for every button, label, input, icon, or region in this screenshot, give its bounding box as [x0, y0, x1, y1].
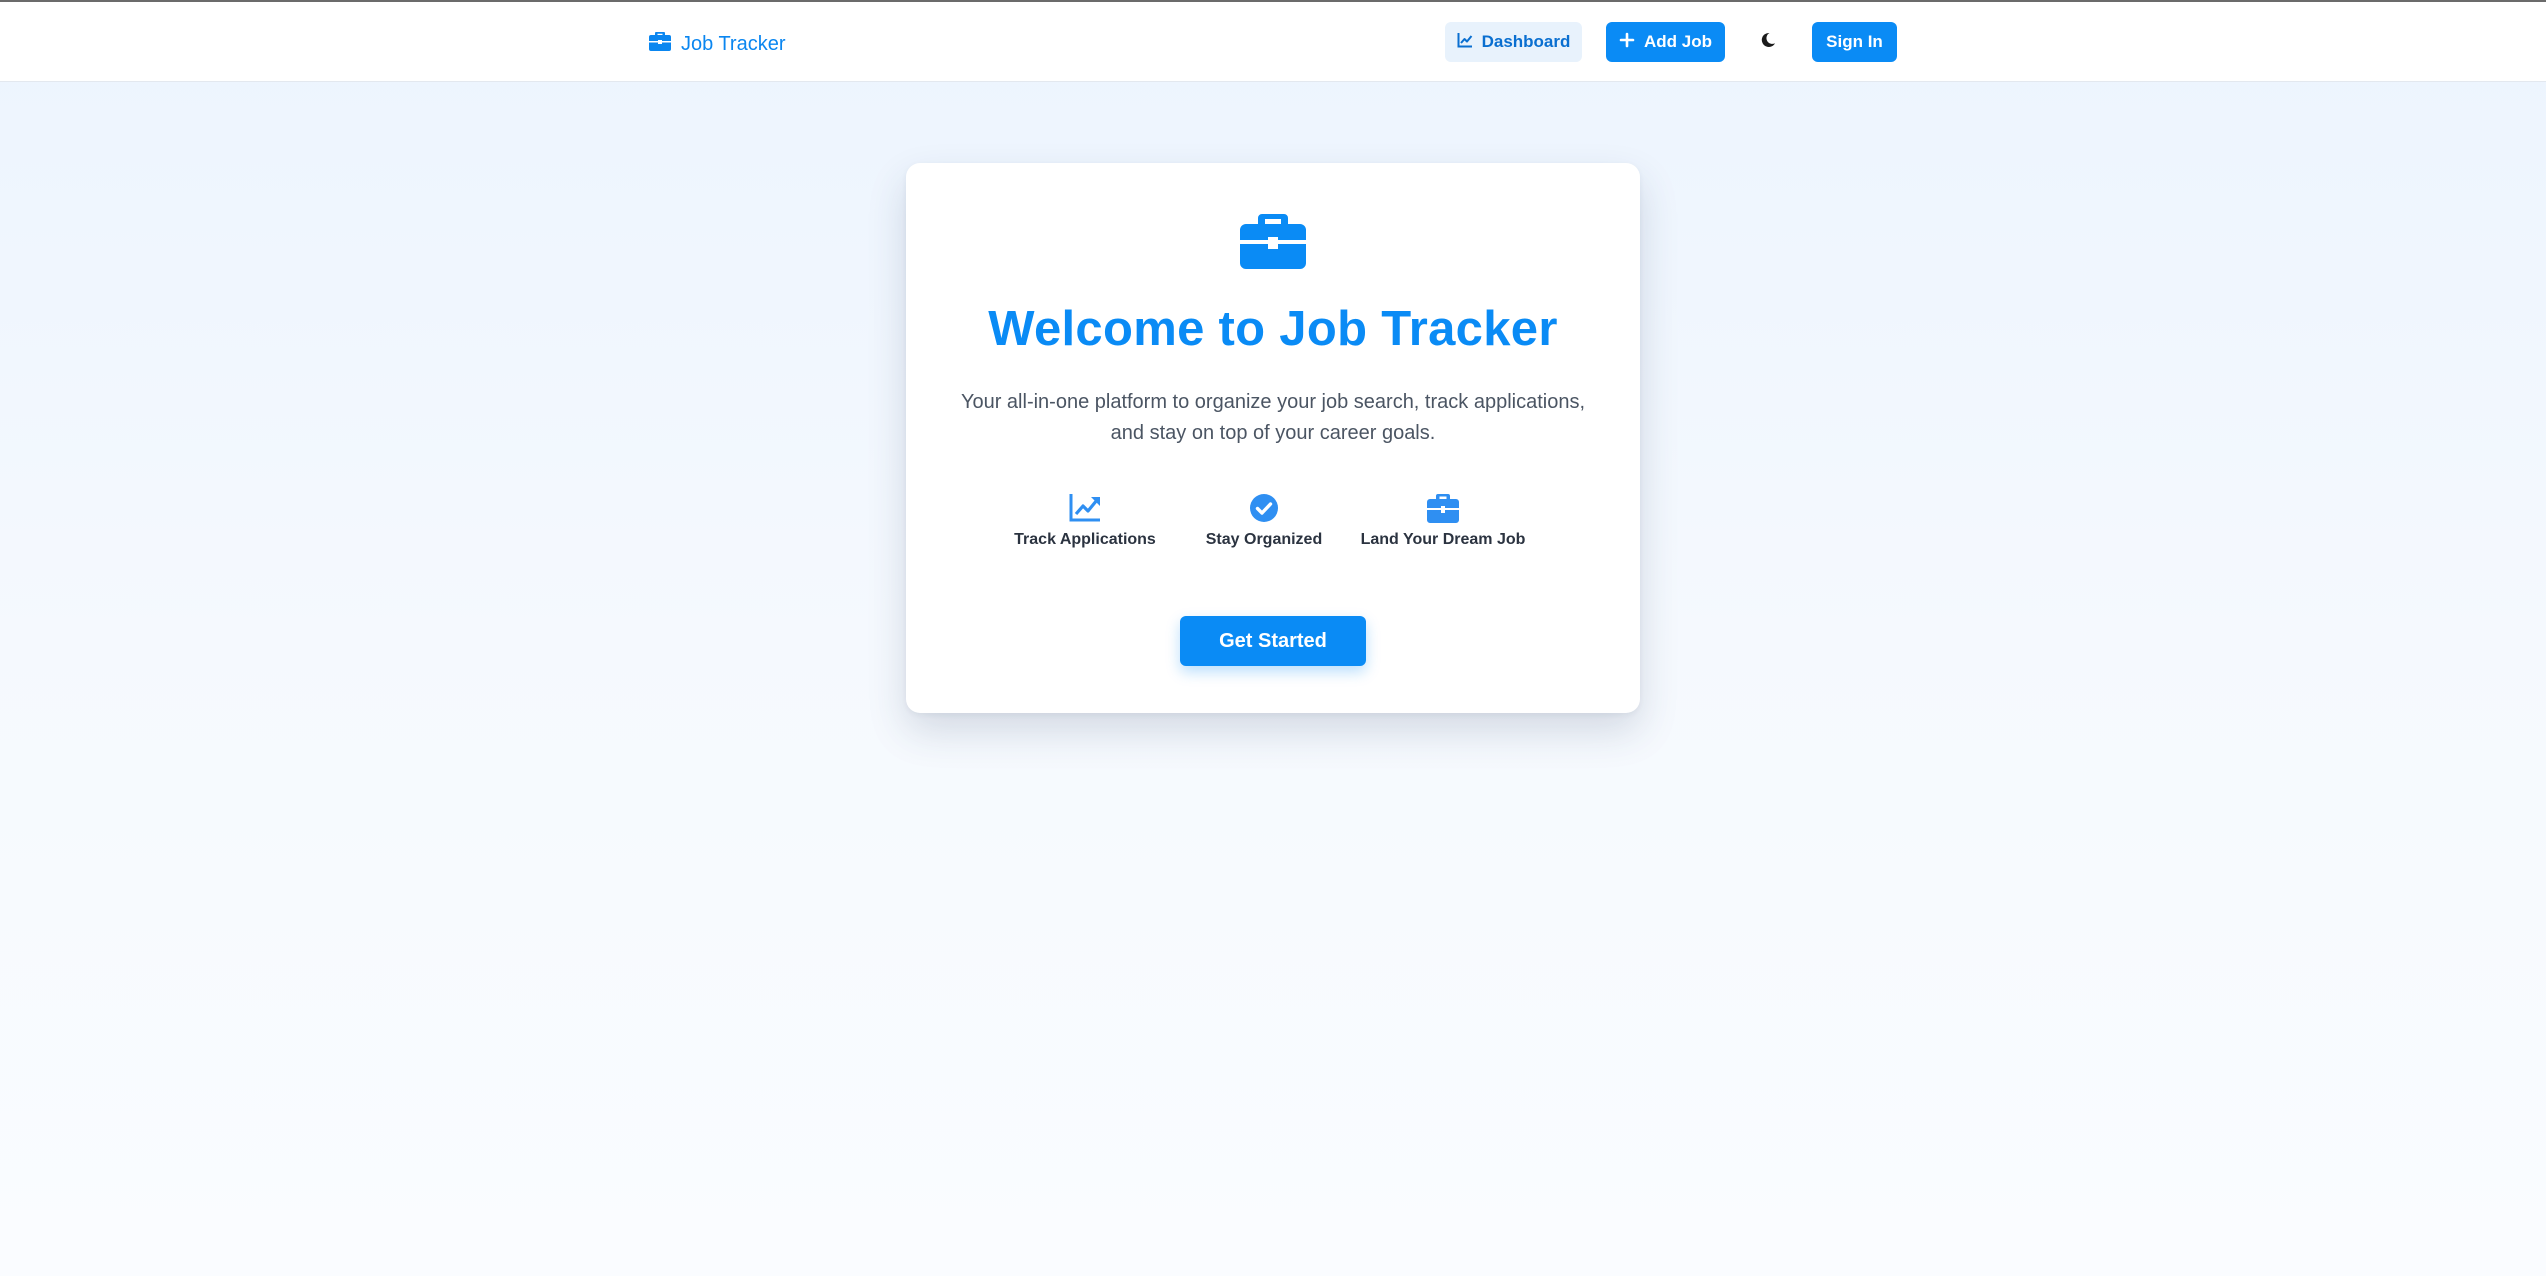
chart-line-icon — [1457, 32, 1473, 53]
navbar: Job Tracker Dashboard Add Job Sign In — [0, 0, 2546, 82]
briefcase-icon — [648, 30, 672, 58]
add-job-label: Add Job — [1644, 32, 1712, 51]
brand-name: Job Tracker — [681, 32, 786, 55]
feature-stay-organized: Stay Organized — [1179, 493, 1349, 549]
theme-toggle-button[interactable] — [1752, 22, 1784, 62]
briefcase-icon — [1358, 493, 1528, 523]
feature-label: Track Applications — [1014, 531, 1156, 548]
get-started-button[interactable]: Get Started — [1180, 616, 1366, 666]
chart-line-icon — [1000, 493, 1170, 523]
feature-track-applications: Track Applications — [1000, 493, 1170, 549]
feature-land-dream-job: Land Your Dream Job — [1358, 493, 1528, 549]
moon-icon — [1760, 32, 1776, 53]
dashboard-button[interactable]: Dashboard — [1445, 22, 1582, 62]
feature-label: Stay Organized — [1205, 531, 1323, 548]
welcome-description: Your all-in-one platform to organize you… — [946, 387, 1600, 449]
plus-icon — [1619, 32, 1635, 53]
welcome-description-line-2: and stay on top of your career goals. — [1110, 422, 1436, 444]
welcome-card: Welcome to Job Tracker Your all-in-one p… — [906, 163, 1640, 713]
briefcase-icon — [1240, 213, 1306, 269]
welcome-title: Welcome to Job Tracker — [988, 302, 1558, 356]
sign-in-button[interactable]: Sign In — [1812, 22, 1897, 62]
dashboard-label: Dashboard — [1481, 32, 1571, 51]
check-circle-icon — [1179, 493, 1349, 523]
welcome-description-line-1: Your all-in-one platform to organize you… — [960, 391, 1586, 413]
add-job-button[interactable]: Add Job — [1606, 22, 1725, 62]
feature-label: Land Your Dream Job — [1360, 531, 1526, 548]
brand-link[interactable]: Job Tracker — [648, 30, 785, 58]
